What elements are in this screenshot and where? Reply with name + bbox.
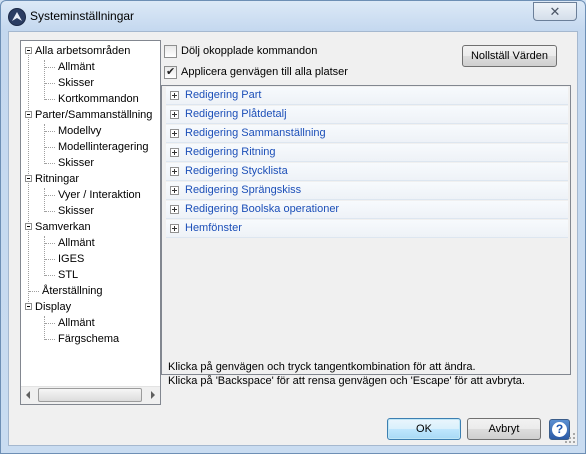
checkmark-icon: ✔ <box>166 66 176 78</box>
apply-everywhere-label: Applicera genvägen till alla platser <box>181 66 348 78</box>
scroll-right-icon[interactable] <box>151 391 155 399</box>
settings-tree[interactable]: Alla arbetsområden Allmänt Skisser Kortk… <box>20 40 161 405</box>
tree-item-iges[interactable]: IGES <box>58 251 84 267</box>
tree-item-ritningar[interactable]: Ritningar <box>35 171 79 187</box>
hint-line-2: Klicka på 'Backspace' för att rensa genv… <box>168 375 525 387</box>
category-label: Redigering Stycklista <box>185 165 288 177</box>
app-logo-icon <box>8 8 26 26</box>
reset-values-button[interactable]: Nollställ Värden <box>462 45 557 67</box>
list-item[interactable]: Redigering Sprängskiss <box>166 182 568 200</box>
tree-item-allmant[interactable]: Allmänt <box>58 315 95 331</box>
tree-item-vyer-interaktion[interactable]: Vyer / Interaktion <box>58 187 141 203</box>
tree-item-modellinteragering[interactable]: Modellinteragering <box>58 139 149 155</box>
scrollbar-thumb[interactable] <box>38 388 142 402</box>
expand-icon[interactable] <box>170 110 179 119</box>
category-label: Redigering Sprängskiss <box>185 184 302 196</box>
collapse-icon[interactable] <box>25 47 32 54</box>
expand-icon[interactable] <box>170 91 179 100</box>
hint-line-1: Klicka på genvägen och tryck tangentkomb… <box>168 361 476 373</box>
tree-item-skisser[interactable]: Skisser <box>58 155 94 171</box>
collapse-icon[interactable] <box>25 175 32 182</box>
tree-item-allmant[interactable]: Allmänt <box>58 235 95 251</box>
category-label: Redigering Ritning <box>185 146 276 158</box>
expand-icon[interactable] <box>170 148 179 157</box>
list-item[interactable]: Hemfönster <box>166 220 568 238</box>
list-item[interactable]: Redigering Stycklista <box>166 163 568 181</box>
close-icon: ✕ <box>549 4 561 19</box>
list-item[interactable]: Redigering Part <box>166 87 568 105</box>
category-label: Redigering Sammanställning <box>185 127 326 139</box>
tree-item-alla-arbetsomraden[interactable]: Alla arbetsområden <box>35 43 130 59</box>
list-item[interactable]: Redigering Plåtdetalj <box>166 106 568 124</box>
tree-item-allmant[interactable]: Allmänt <box>58 59 95 75</box>
cancel-button[interactable]: Avbryt <box>467 418 541 440</box>
tree-item-kortkommandon[interactable]: Kortkommandon <box>58 91 139 107</box>
tree-item-skisser[interactable]: Skisser <box>58 75 94 91</box>
tree-item-display[interactable]: Display <box>35 299 71 315</box>
list-item[interactable]: Redigering Ritning <box>166 144 568 162</box>
list-item[interactable]: Redigering Sammanställning <box>166 125 568 143</box>
help-icon: ? <box>555 422 564 436</box>
window-title: Systeminställningar <box>30 9 135 23</box>
tree-item-stl[interactable]: STL <box>58 267 78 283</box>
expand-icon[interactable] <box>170 205 179 214</box>
tree-item-fargschema[interactable]: Färgschema <box>58 331 119 347</box>
category-label: Redigering Boolska operationer <box>185 203 340 215</box>
category-label: Redigering Plåtdetalj <box>185 108 287 120</box>
expand-icon[interactable] <box>170 224 179 233</box>
tree-horizontal-scrollbar[interactable] <box>21 386 160 404</box>
apply-everywhere-checkbox[interactable]: ✔ <box>164 66 177 79</box>
expand-icon[interactable] <box>170 167 179 176</box>
dialog-body: Alla arbetsområden Allmänt Skisser Kortk… <box>8 31 578 446</box>
tree-item-parter-sammanstallning[interactable]: Parter/Sammanställning <box>35 107 152 123</box>
list-item[interactable]: Redigering Boolska operationer <box>166 201 568 219</box>
shortcut-categories-list[interactable]: Redigering Part Redigering Plåtdetalj Re… <box>161 85 571 375</box>
category-label: Hemfönster <box>185 222 242 234</box>
scroll-left-icon[interactable] <box>26 391 30 399</box>
tree-item-samverkan[interactable]: Samverkan <box>35 219 91 235</box>
close-button[interactable]: ✕ <box>533 2 577 21</box>
expand-icon[interactable] <box>170 186 179 195</box>
expand-icon[interactable] <box>170 129 179 138</box>
collapse-icon[interactable] <box>25 111 32 118</box>
settings-dialog: Systeminställningar ✕ Alla arbetsområden… <box>0 0 586 454</box>
tree-item-aterstallning[interactable]: Återställning <box>42 283 103 299</box>
tree-item-modellvy[interactable]: Modellvy <box>58 123 101 139</box>
tree-item-skisser[interactable]: Skisser <box>58 203 94 219</box>
hide-unlinked-label: Dölj okopplade kommandon <box>181 45 318 57</box>
title-bar[interactable]: Systeminställningar ✕ <box>1 1 585 31</box>
collapse-icon[interactable] <box>25 223 32 230</box>
collapse-icon[interactable] <box>25 303 32 310</box>
hide-unlinked-checkbox[interactable] <box>164 45 177 58</box>
category-label: Redigering Part <box>185 89 262 101</box>
ok-button[interactable]: OK <box>387 418 461 440</box>
